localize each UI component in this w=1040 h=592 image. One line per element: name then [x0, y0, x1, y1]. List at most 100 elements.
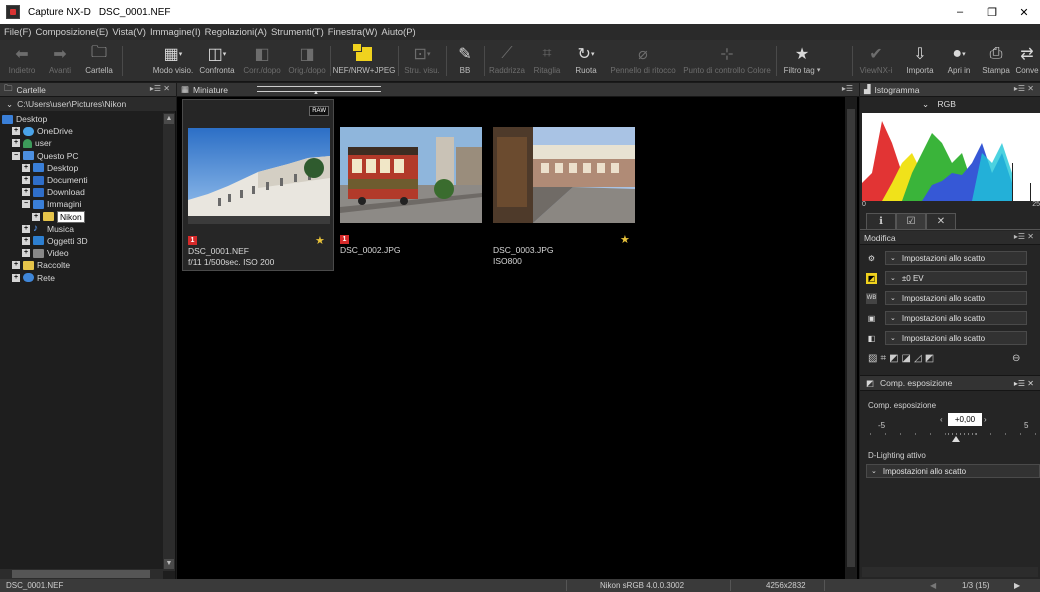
- scroll-thumb[interactable]: [847, 109, 855, 567]
- menu-help[interactable]: Aiuto(P): [381, 27, 415, 38]
- tag-filter-button[interactable]: ★ Filtro tag ▾: [778, 42, 826, 80]
- right-panel-scrollbar[interactable]: [862, 567, 1038, 577]
- panel-menu-close-icon[interactable]: ▸☰ ✕: [1014, 379, 1034, 388]
- thumbnail-item[interactable]: ★ DSC_0003.JPG ISO800: [488, 99, 640, 271]
- folder-path-dropdown[interactable]: ⌄ C:\Users\user\Pictures\Nikon: [0, 97, 176, 111]
- tab-tools[interactable]: ✕: [926, 213, 956, 229]
- white-balance-dropdown[interactable]: ⌄ Impostazioni allo scatto: [885, 291, 1027, 305]
- rating-star-icon[interactable]: ★: [315, 234, 325, 247]
- collapse-icon[interactable]: −: [22, 200, 30, 209]
- thumbnail-size-slider[interactable]: [257, 86, 381, 92]
- lens-settings-dropdown[interactable]: ⌄ Impostazioni allo scatto: [885, 331, 1027, 345]
- menu-window[interactable]: Finestra(W): [328, 27, 378, 38]
- expand-icon[interactable]: +: [22, 188, 30, 197]
- menu-view[interactable]: Vista(V): [112, 27, 146, 38]
- before-after-button[interactable]: ◧ Corr./dopo: [240, 42, 284, 80]
- menu-tools[interactable]: Strumenti(T): [271, 27, 324, 38]
- tree-node-onedrive[interactable]: + OneDrive: [0, 125, 163, 137]
- exposure-dropdown[interactable]: ⌄ ±0 EV: [885, 271, 1027, 285]
- expand-icon[interactable]: +: [22, 176, 30, 185]
- close-button[interactable]: ✕: [1008, 0, 1040, 24]
- print-button[interactable]: ⎙ Stampa: [980, 42, 1012, 80]
- straighten-button[interactable]: ⟋ Raddrizza: [488, 42, 526, 80]
- panel-menu-close-icon[interactable]: ▸☰ ✕: [150, 84, 170, 93]
- folder-tree-scrollbar[interactable]: ▲ ▼: [163, 113, 175, 571]
- dlighting-dropdown[interactable]: ⌄ Impostazioni allo scatto: [866, 464, 1040, 478]
- scroll-up-icon[interactable]: ▲: [164, 114, 174, 124]
- forward-button[interactable]: ➡ Avanti: [44, 42, 76, 80]
- histogram-channel-dropdown[interactable]: ⌄ RGB: [922, 99, 956, 111]
- color-control-point-button[interactable]: ⊹ Punto di controllo Colore: [680, 42, 774, 80]
- next-image-icon[interactable]: ▶: [1014, 581, 1020, 590]
- tab-info[interactable]: ℹ: [866, 213, 896, 229]
- crop-small-icon[interactable]: ⌗: [880, 353, 889, 364]
- thumbnail-scrollbar[interactable]: [845, 97, 857, 579]
- menu-file[interactable]: File(F): [4, 27, 31, 38]
- tree-node-desktop[interactable]: Desktop: [0, 113, 163, 125]
- nef-jpeg-button[interactable]: NEF/NRW+JPEG: [332, 42, 396, 80]
- expand-icon[interactable]: +: [12, 261, 20, 270]
- convert-button[interactable]: ⇄ Conve: [1014, 42, 1040, 80]
- picture-control-dropdown[interactable]: ⌄ Impostazioni allo scatto: [885, 311, 1027, 325]
- view-mode-button[interactable]: ▦ ▾ Modo visio.: [150, 42, 196, 80]
- back-button[interactable]: ⬅ Indietro: [6, 42, 38, 80]
- rating-star-icon[interactable]: ★: [620, 233, 630, 246]
- reset-icon[interactable]: ⊖: [1012, 353, 1020, 364]
- minimize-button[interactable]: –: [944, 0, 976, 24]
- menu-adjust[interactable]: Regolazioni(A): [205, 27, 267, 38]
- exposure-comp-slider[interactable]: [870, 433, 1040, 443]
- thumbnail-panel-menu-icon[interactable]: ▸☰: [842, 84, 853, 93]
- increment-icon[interactable]: ›: [984, 415, 987, 424]
- tree-node-video[interactable]: + Video: [0, 247, 163, 259]
- tree-node-oggetti-3d[interactable]: + Oggetti 3D: [0, 235, 163, 247]
- thumbnail-item[interactable]: 1 DSC_0002.JPG: [335, 99, 487, 271]
- tab-adjust[interactable]: ☑: [896, 213, 926, 229]
- compare-button[interactable]: ◫ ▾ Confronta: [198, 42, 236, 80]
- folder-tree-hscrollbar[interactable]: [0, 569, 163, 579]
- collapse-icon[interactable]: −: [12, 151, 20, 160]
- levels-icon[interactable]: ◩: [889, 353, 901, 364]
- expand-icon[interactable]: +: [12, 127, 20, 136]
- expand-icon[interactable]: +: [22, 236, 30, 245]
- expand-icon[interactable]: +: [22, 224, 30, 233]
- import-button[interactable]: ⇩ Importa: [902, 42, 938, 80]
- menu-edit[interactable]: Composizione(E): [35, 27, 108, 38]
- exposure-comp-value[interactable]: +0,00: [948, 413, 982, 426]
- open-in-button[interactable]: ● ▾ Apri in: [940, 42, 978, 80]
- expand-icon[interactable]: +: [22, 163, 30, 172]
- tree-node-documenti[interactable]: + Documenti: [0, 174, 163, 186]
- contrast-icon[interactable]: ◩: [925, 353, 937, 364]
- tree-node-download[interactable]: + Download: [0, 186, 163, 198]
- panel-menu-close-icon[interactable]: ▸☰ ✕: [1014, 84, 1034, 93]
- folder-button[interactable]: 🗀 Cartella: [82, 42, 116, 80]
- prev-image-icon[interactable]: ◀: [930, 581, 936, 590]
- tree-node-immagini[interactable]: − Immagini: [0, 198, 163, 210]
- menu-image[interactable]: Immagine(I): [150, 27, 201, 38]
- expand-icon[interactable]: +: [32, 212, 40, 221]
- camera-settings-dropdown[interactable]: ⌄ Impostazioni allo scatto: [885, 251, 1027, 265]
- thumbnail-item[interactable]: RAW 1 ★ DSC_0001.NEF f/11 1/500sec. ISO …: [182, 99, 334, 271]
- crop-button[interactable]: ⌗ Ritaglia: [530, 42, 564, 80]
- noise-icon[interactable]: ▨: [868, 353, 880, 364]
- tree-node-user[interactable]: + user: [0, 137, 163, 149]
- hscroll-thumb[interactable]: [12, 570, 150, 578]
- restore-button[interactable]: ❐: [976, 0, 1008, 24]
- wb-picker-button[interactable]: ✎ BB: [452, 42, 478, 80]
- tone-icon[interactable]: ◪: [902, 353, 914, 364]
- expand-icon[interactable]: +: [12, 273, 20, 282]
- tree-node-rete[interactable]: + Rete: [0, 271, 163, 283]
- panel-menu-close-icon[interactable]: ▸☰ ✕: [1014, 232, 1034, 241]
- tree-node-questo-pc[interactable]: − Questo PC: [0, 150, 163, 162]
- tree-node-raccolte[interactable]: + Raccolte: [0, 259, 163, 271]
- decrement-icon[interactable]: ‹: [940, 415, 943, 424]
- tree-node-nikon[interactable]: + Nikon: [0, 210, 163, 223]
- expand-icon[interactable]: +: [12, 139, 20, 148]
- viewnx-button[interactable]: ✔ ViewNX-i: [856, 42, 896, 80]
- orig-after-button[interactable]: ◨ Orig./dopo: [286, 42, 328, 80]
- expand-icon[interactable]: +: [22, 249, 30, 258]
- tree-node-musica[interactable]: + ♪ Musica: [0, 223, 163, 235]
- view-tools-button[interactable]: ⊡ ▾ Stru. visu.: [400, 42, 444, 80]
- rotate-button[interactable]: ↻ ▾ Ruota: [570, 42, 602, 80]
- scroll-down-icon[interactable]: ▼: [164, 559, 174, 569]
- curve-icon[interactable]: ◿: [914, 353, 925, 364]
